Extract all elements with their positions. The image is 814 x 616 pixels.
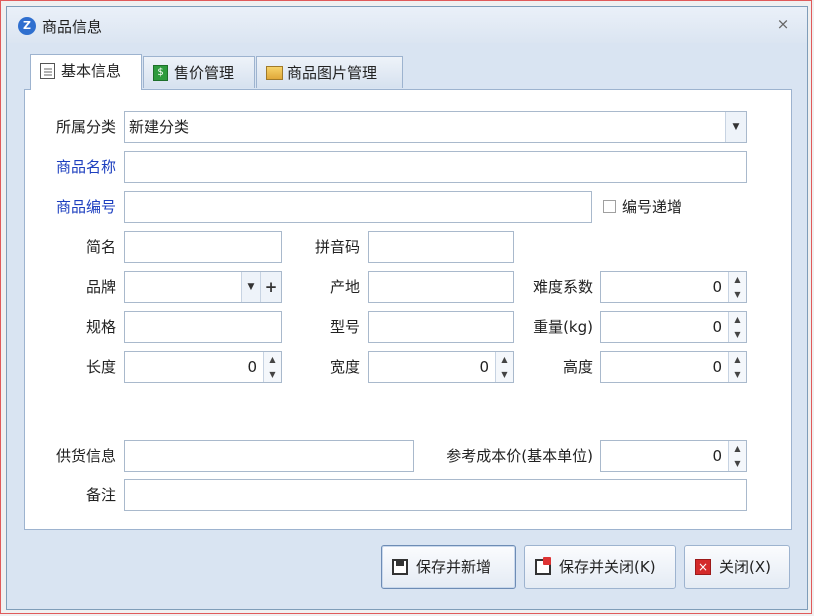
weight-spinner[interactable]: 0 ▲ ▼ bbox=[600, 311, 747, 343]
weight-value: 0 bbox=[712, 318, 722, 336]
tab-label: 基本信息 bbox=[61, 62, 122, 80]
width-value: 0 bbox=[479, 358, 489, 376]
brand-label: 品牌 bbox=[85, 278, 116, 296]
save-close-icon bbox=[535, 557, 551, 575]
product-name-label: 商品名称 bbox=[55, 158, 116, 176]
supplier-label: 供货信息 bbox=[55, 447, 116, 465]
product-code-label: 商品编号 bbox=[55, 198, 116, 216]
spec-input[interactable] bbox=[124, 311, 282, 343]
close-label: 关闭(X) bbox=[719, 558, 771, 576]
spin-down-icon[interactable]: ▼ bbox=[729, 327, 746, 342]
model-input[interactable] bbox=[368, 311, 514, 343]
spin-buttons[interactable]: ▲ ▼ bbox=[728, 441, 746, 471]
spin-up-icon[interactable]: ▲ bbox=[729, 352, 746, 367]
spin-buttons[interactable]: ▲ ▼ bbox=[728, 272, 746, 302]
spin-down-icon[interactable]: ▼ bbox=[264, 367, 281, 382]
spin-down-icon[interactable]: ▼ bbox=[729, 367, 746, 382]
product-code-input[interactable] bbox=[124, 191, 592, 223]
save-and-close-button[interactable]: 保存并关闭(K) bbox=[524, 545, 676, 589]
close-button[interactable]: × 关闭(X) bbox=[684, 545, 790, 589]
save-and-new-button[interactable]: 保存并新增 bbox=[381, 545, 516, 589]
origin-input[interactable] bbox=[368, 271, 514, 303]
difficulty-spinner[interactable]: 0 ▲ ▼ bbox=[600, 271, 747, 303]
supplier-input[interactable] bbox=[124, 440, 414, 472]
difficulty-value: 0 bbox=[712, 278, 722, 296]
short-name-input[interactable] bbox=[124, 231, 282, 263]
spin-up-icon[interactable]: ▲ bbox=[729, 312, 746, 327]
remark-label: 备注 bbox=[85, 486, 116, 504]
spin-down-icon[interactable]: ▼ bbox=[729, 287, 746, 302]
spin-down-icon[interactable]: ▼ bbox=[729, 456, 746, 471]
money-icon: $ bbox=[153, 65, 168, 81]
spec-label: 规格 bbox=[85, 318, 116, 336]
picture-icon bbox=[266, 66, 283, 80]
origin-label: 产地 bbox=[329, 278, 360, 296]
category-label: 所属分类 bbox=[55, 118, 116, 136]
close-red-icon: × bbox=[695, 559, 711, 575]
width-label: 宽度 bbox=[329, 358, 360, 376]
length-label: 长度 bbox=[85, 358, 116, 376]
height-value: 0 bbox=[712, 358, 722, 376]
title-bar bbox=[7, 7, 807, 43]
height-spinner[interactable]: 0 ▲ ▼ bbox=[600, 351, 747, 383]
spin-up-icon[interactable]: ▲ bbox=[729, 441, 746, 456]
weight-label: 重量(kg) bbox=[533, 318, 593, 336]
length-value: 0 bbox=[247, 358, 257, 376]
tab-label: 商品图片管理 bbox=[287, 64, 378, 82]
document-icon bbox=[40, 63, 55, 79]
ref-cost-label: 参考成本价(基本单位) bbox=[446, 447, 593, 465]
remark-input[interactable] bbox=[124, 479, 747, 511]
tab-basic-info[interactable]: 基本信息 bbox=[30, 54, 142, 90]
product-name-input[interactable] bbox=[124, 151, 747, 183]
ref-cost-value: 0 bbox=[712, 447, 722, 465]
category-value: 新建分类 bbox=[129, 118, 190, 136]
spin-buttons[interactable]: ▲ ▼ bbox=[728, 312, 746, 342]
app-icon: Z bbox=[18, 17, 36, 35]
window-title: 商品信息 bbox=[42, 18, 103, 36]
short-name-label: 简名 bbox=[85, 238, 116, 256]
tab-label: 售价管理 bbox=[174, 64, 235, 82]
spin-buttons[interactable]: ▲ ▼ bbox=[263, 352, 281, 382]
tab-image-management[interactable]: 商品图片管理 bbox=[256, 56, 403, 88]
length-spinner[interactable]: 0 ▲ ▼ bbox=[124, 351, 282, 383]
pinyin-input[interactable] bbox=[368, 231, 514, 263]
add-brand-button[interactable]: + bbox=[260, 272, 281, 302]
difficulty-label: 难度系数 bbox=[532, 278, 593, 296]
ref-cost-spinner[interactable]: 0 ▲ ▼ bbox=[600, 440, 747, 472]
auto-increment-checkbox[interactable] bbox=[603, 200, 616, 213]
height-label: 高度 bbox=[562, 358, 593, 376]
spin-buttons[interactable]: ▲ ▼ bbox=[728, 352, 746, 382]
save-and-close-label: 保存并关闭(K) bbox=[559, 558, 656, 576]
spin-up-icon[interactable]: ▲ bbox=[729, 272, 746, 287]
category-select[interactable]: 新建分类 ▼ bbox=[124, 111, 747, 143]
auto-increment-label: 编号递增 bbox=[622, 198, 683, 216]
close-icon[interactable]: ⨯ bbox=[774, 15, 792, 33]
brand-select[interactable]: ▼ + bbox=[124, 271, 282, 303]
width-spinner[interactable]: 0 ▲ ▼ bbox=[368, 351, 514, 383]
save-and-new-label: 保存并新增 bbox=[416, 558, 492, 576]
pinyin-label: 拼音码 bbox=[314, 238, 360, 256]
spin-up-icon[interactable]: ▲ bbox=[264, 352, 281, 367]
tab-price-management[interactable]: $ 售价管理 bbox=[143, 56, 255, 88]
chevron-down-icon[interactable]: ▼ bbox=[241, 272, 261, 302]
save-icon bbox=[392, 559, 408, 575]
model-label: 型号 bbox=[329, 318, 360, 336]
chevron-down-icon[interactable]: ▼ bbox=[725, 112, 746, 142]
